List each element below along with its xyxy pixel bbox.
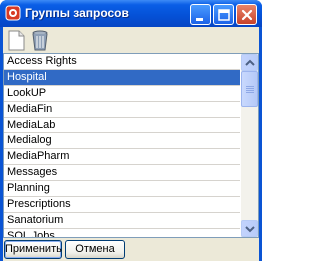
scroll-up-button[interactable] <box>241 54 258 71</box>
close-icon <box>241 9 253 21</box>
title-bar[interactable]: Группы запросов <box>0 0 262 27</box>
window: Группы запросов Access Rights Hospital L… <box>0 0 262 261</box>
grip-line <box>246 88 254 89</box>
chevron-up-icon <box>245 59 255 66</box>
close-button[interactable] <box>236 4 257 25</box>
app-icon <box>5 5 21 21</box>
list-item[interactable]: Prescriptions <box>4 197 240 213</box>
list-item[interactable]: MediaLab <box>4 118 240 134</box>
window-title: Группы запросов <box>25 6 129 20</box>
list-item[interactable]: SQL Jobs <box>4 229 240 237</box>
list-item[interactable]: Medialog <box>4 133 240 150</box>
list-item[interactable]: MediaFin <box>4 102 240 118</box>
list-item[interactable]: Hospital <box>4 69 240 86</box>
trash-icon <box>32 30 48 51</box>
vertical-scrollbar[interactable] <box>241 54 258 237</box>
button-bar: Применить Отмена <box>3 238 259 261</box>
maximize-icon <box>218 9 230 21</box>
cancel-button[interactable]: Отмена <box>65 240 125 259</box>
chevron-down-icon <box>245 226 255 233</box>
list-item[interactable]: Sanatorium <box>4 213 240 229</box>
new-button[interactable] <box>5 29 27 52</box>
dialog-body: Access Rights Hospital LookUP MediaFin Media… <box>3 27 259 261</box>
list-rows: Access Rights Hospital LookUP MediaFin Media… <box>4 54 240 237</box>
maximize-button[interactable] <box>213 4 234 25</box>
list-item[interactable]: Planning <box>4 181 240 198</box>
list-item[interactable]: LookUP <box>4 86 240 102</box>
list-item[interactable]: MediaPharm <box>4 149 240 166</box>
list-item[interactable]: Access Rights <box>4 54 240 70</box>
minimize-button[interactable] <box>190 4 211 25</box>
minimize-icon <box>196 18 203 21</box>
apply-button[interactable]: Применить <box>4 240 62 259</box>
grip-line <box>246 90 254 91</box>
scroll-down-button[interactable] <box>241 220 258 237</box>
scroll-thumb[interactable] <box>241 71 258 107</box>
delete-button[interactable] <box>29 29 51 52</box>
query-group-list[interactable]: Access Rights Hospital LookUP MediaFin Media… <box>3 53 259 238</box>
grip-line <box>246 92 254 93</box>
toolbar <box>3 27 259 53</box>
list-item[interactable]: Messages <box>4 165 240 182</box>
new-document-icon <box>8 30 25 51</box>
grip-line <box>246 86 254 87</box>
